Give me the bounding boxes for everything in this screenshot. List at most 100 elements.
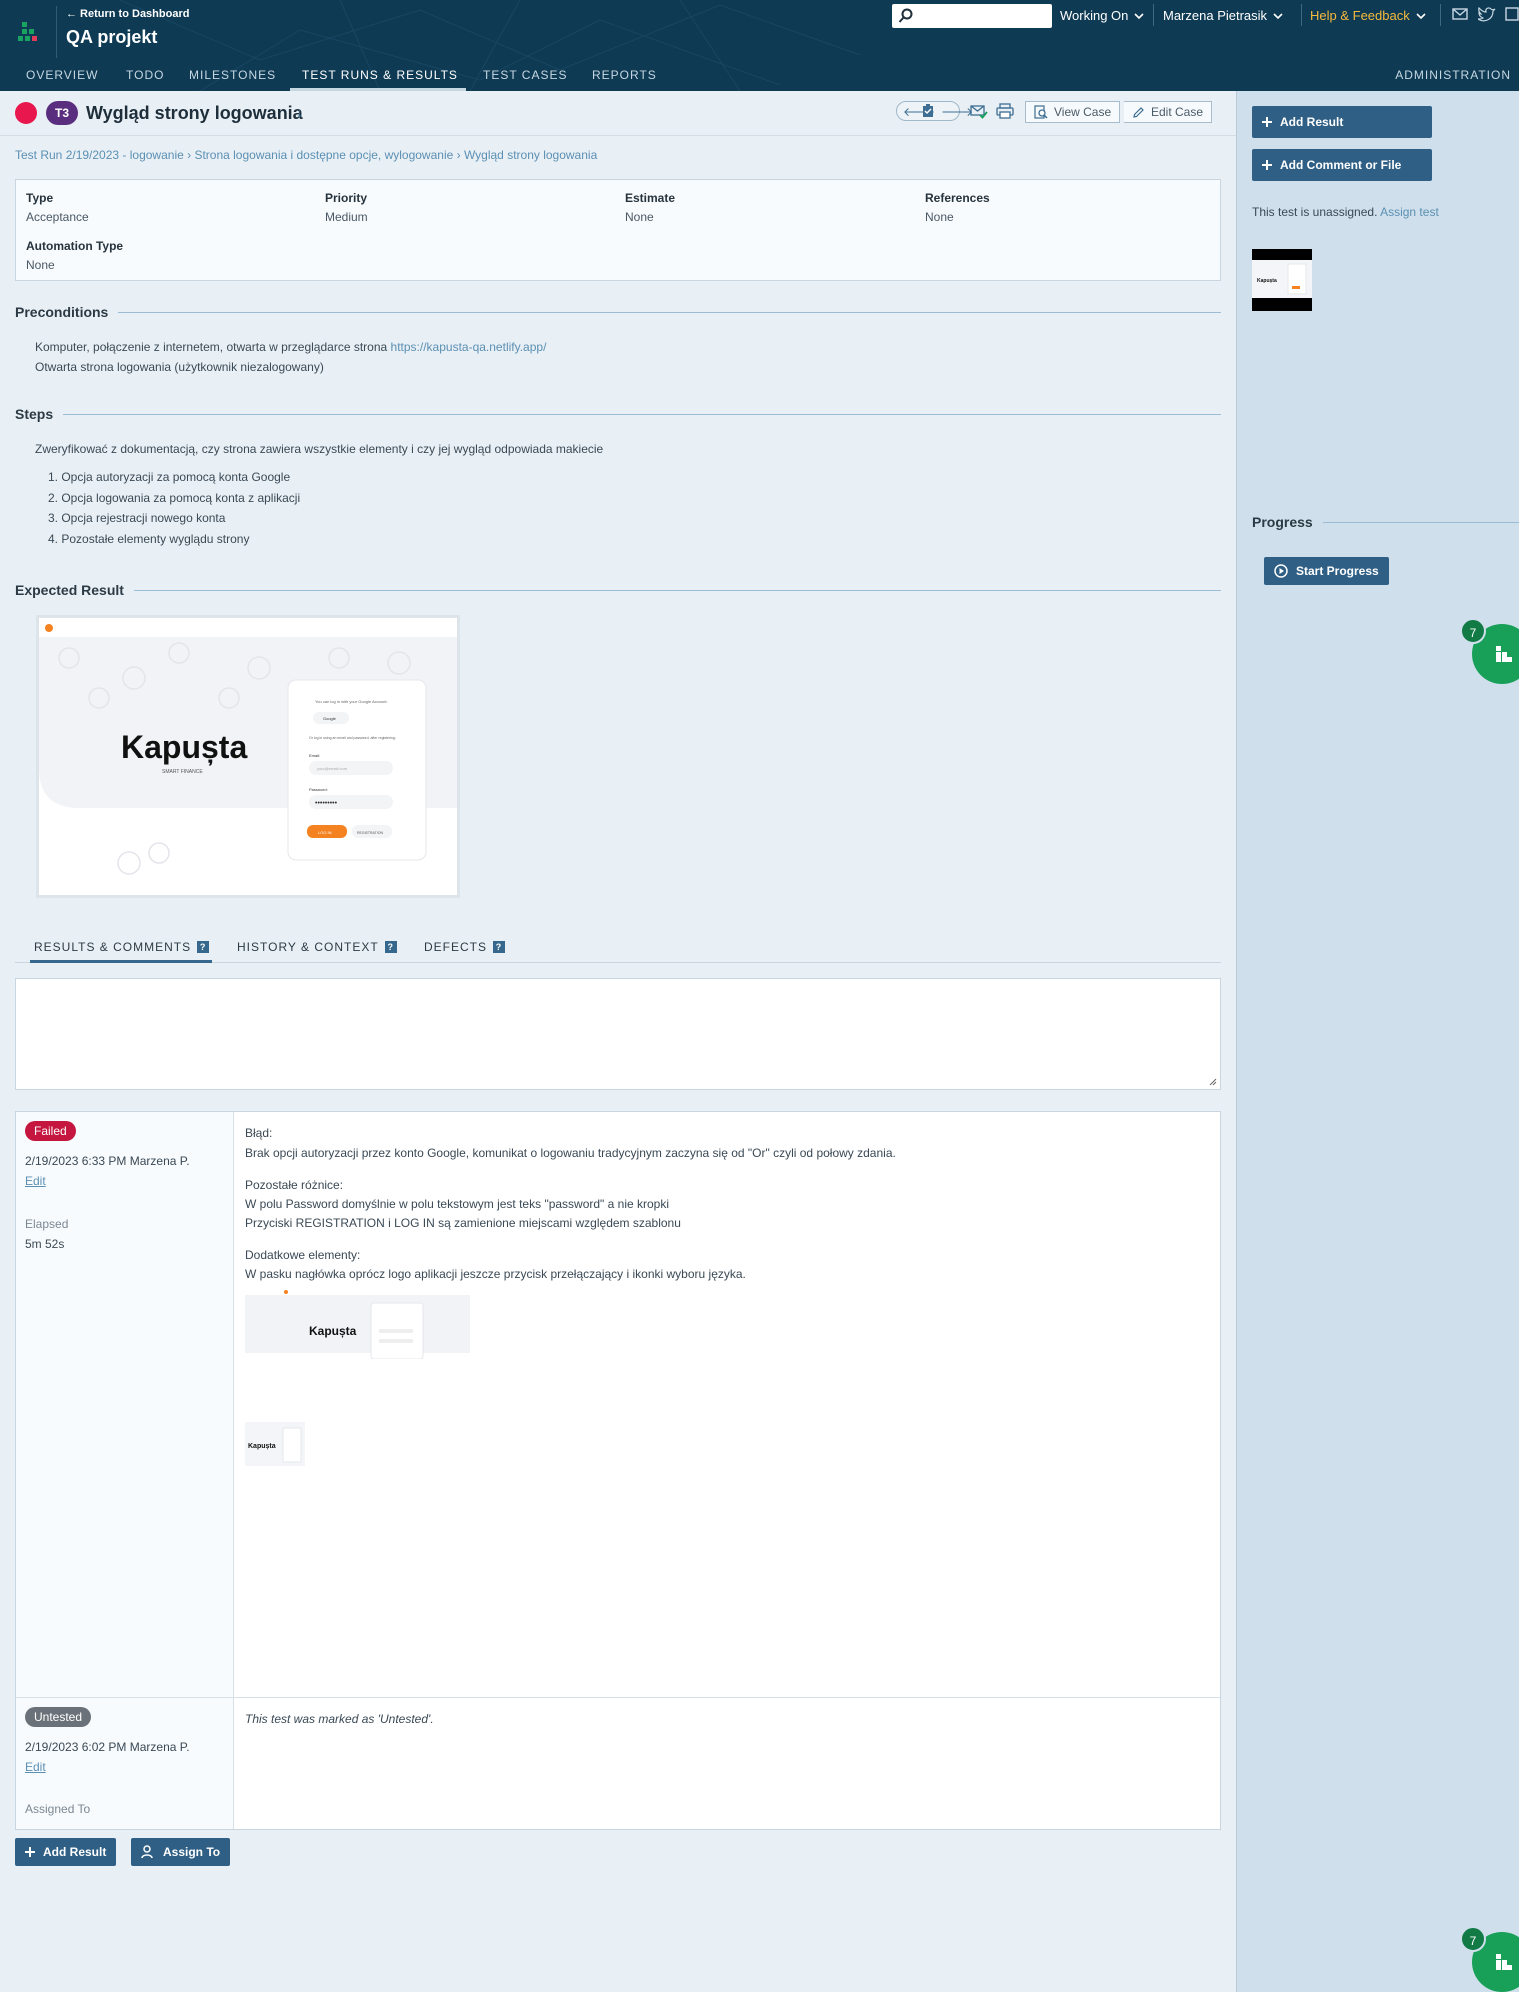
- precondition-line-1: Komputer, połączenie z internetem, otwar…: [35, 340, 546, 354]
- support-widget[interactable]: 7: [1460, 1926, 1519, 1992]
- play-circle-icon: [1274, 564, 1288, 578]
- list-item: 2. Opcja logowania za pomocą konta z apl…: [48, 490, 301, 505]
- help-feedback-label: Help & Feedback: [1310, 8, 1410, 23]
- testrail-logo-icon[interactable]: [18, 22, 44, 46]
- tab-defects[interactable]: DEFECTS?: [424, 940, 506, 954]
- nav-reports[interactable]: REPORTS: [592, 68, 657, 82]
- mockup-login-button: LOG IN: [318, 830, 332, 835]
- nav-overview[interactable]: OVERVIEW: [26, 68, 98, 82]
- result-tabs: RESULTS & COMMENTS? HISTORY & CONTEXT? D…: [15, 937, 1221, 963]
- help-icon[interactable]: ?: [197, 941, 210, 953]
- result-screenshot-thumbnail[interactable]: Kapușta: [245, 1289, 470, 1359]
- mockup-brand-sub: SMART FINANCE: [162, 769, 203, 775]
- attachment-image-drawing: Kapușta: [1252, 260, 1312, 298]
- add-comment-file-button[interactable]: Add Comment or File: [1252, 149, 1432, 181]
- nav-administration[interactable]: ADMINISTRATION: [1395, 68, 1511, 82]
- arrow-down-icon[interactable]: ↓: [296, 105, 303, 120]
- grid-icon: [1496, 1954, 1512, 1970]
- priority-value: Medium: [325, 210, 368, 224]
- print-icon[interactable]: [996, 103, 1014, 119]
- case-navigation: 🡐 🡒: [896, 101, 973, 121]
- active-tab-indicator: [30, 960, 212, 963]
- help-icon[interactable]: ?: [493, 941, 506, 953]
- mail-icon[interactable]: [1452, 7, 1468, 21]
- sidebar-add-result-label: Add Result: [1280, 115, 1344, 129]
- user-name: Marzena Pietrasik: [1163, 8, 1268, 23]
- return-to-dashboard-link[interactable]: ← Return to Dashboard: [66, 8, 189, 20]
- view-case-button[interactable]: View Case: [1025, 101, 1121, 123]
- header-divider: [1153, 4, 1154, 26]
- steps-list: 1. Opcja autoryzacji za pomocą konta Goo…: [48, 470, 300, 552]
- view-case-icon: [1034, 105, 1048, 119]
- result-comment-line: W polu Password domyślnie w polu tekstow…: [245, 1197, 670, 1211]
- start-progress-button[interactable]: Start Progress: [1264, 557, 1389, 585]
- tab-history-context[interactable]: HISTORY & CONTEXT?: [237, 940, 397, 954]
- grid-icon: [1496, 646, 1512, 662]
- nav-todo[interactable]: TODO: [126, 68, 164, 82]
- progress-heading: Progress: [1252, 514, 1519, 530]
- case-status-indicator: [15, 102, 37, 124]
- plus-icon: [25, 1847, 35, 1857]
- assign-test-link[interactable]: Assign test: [1380, 205, 1439, 219]
- extra-menu-icon[interactable]: [1505, 7, 1519, 21]
- mockup-alt-intro: Or log in using an email and password, a…: [309, 736, 396, 740]
- edit-result-link[interactable]: Edit: [25, 1174, 46, 1188]
- mockup-password-label: Password:: [309, 787, 328, 792]
- nav-test-cases[interactable]: TEST CASES: [483, 68, 567, 82]
- mockup-email-label: Email:: [309, 753, 320, 758]
- twitter-icon[interactable]: [1478, 7, 1496, 22]
- list-item: 4. Pozostałe elementy wyglądu strony: [48, 531, 250, 546]
- kapusta-link[interactable]: https://kapusta-qa.netlify.app/: [391, 340, 547, 354]
- mockup-password-value: •••••••••: [315, 800, 338, 807]
- user-assign-icon: [141, 1845, 153, 1859]
- arrow-right-icon[interactable]: 🡒: [941, 104, 973, 119]
- nav-milestones[interactable]: MILESTONES: [189, 68, 276, 82]
- right-sidebar: Add Result Add Comment or File This test…: [1236, 91, 1519, 1992]
- result-screenshot-image: Kapușta: [245, 1422, 305, 1466]
- precondition-line-2: Otwarta strona logowania (użytkownik nie…: [35, 360, 324, 374]
- search-input[interactable]: [892, 4, 1052, 28]
- expected-result-image[interactable]: Kapușta SMART FINANCE You can log in wit…: [36, 615, 460, 898]
- edit-result-link[interactable]: Edit: [25, 1760, 46, 1774]
- precondition-text: Komputer, połączenie z internetem, otwar…: [35, 340, 391, 354]
- mockup-email-placeholder: your@email.com: [317, 766, 348, 771]
- clipboard-icon[interactable]: [922, 104, 934, 118]
- support-widget[interactable]: 7: [1460, 618, 1519, 684]
- email-check-icon[interactable]: [970, 103, 988, 119]
- elapsed-value: 5m 52s: [25, 1237, 65, 1251]
- result-datetime: 2/19/2023 6:02 PM Marzena P.: [25, 1740, 190, 1754]
- references-value: None: [925, 210, 954, 224]
- edit-case-button[interactable]: Edit Case: [1124, 101, 1213, 123]
- assign-to-button[interactable]: Assign To: [131, 1838, 231, 1866]
- automation-type-label: Automation Type: [26, 239, 124, 253]
- estimate-label: Estimate: [625, 191, 676, 205]
- steps-intro: Zweryfikować z dokumentacją, czy strona …: [35, 442, 604, 456]
- result-comment-line: Brak opcji autoryzacji przez konto Googl…: [245, 1146, 896, 1160]
- help-feedback-menu[interactable]: Help & Feedback: [1310, 8, 1426, 23]
- attachment-thumbnail[interactable]: Kapușta: [1252, 249, 1312, 311]
- help-icon[interactable]: ?: [384, 941, 397, 953]
- add-result-button[interactable]: Add Result: [15, 1838, 117, 1866]
- header-divider: [1301, 4, 1302, 26]
- plus-icon: [1262, 117, 1272, 127]
- start-progress-label: Start Progress: [1296, 564, 1379, 578]
- references-label: References: [925, 191, 990, 205]
- resize-grip-icon[interactable]: [1209, 1078, 1217, 1086]
- automation-type-value: None: [26, 258, 55, 272]
- main-navigation: OVERVIEW TODO MILESTONES TEST RUNS & RES…: [0, 66, 1519, 91]
- nav-test-runs-results[interactable]: TEST RUNS & RESULTS: [302, 68, 458, 82]
- working-on-menu[interactable]: Working On: [1060, 8, 1144, 23]
- result-comment-line: This test was marked as 'Untested'.: [245, 1712, 434, 1726]
- tab-results-label: RESULTS & COMMENTS: [34, 940, 192, 954]
- tab-results-comments[interactable]: RESULTS & COMMENTS?: [34, 940, 210, 954]
- breadcrumb[interactable]: Test Run 2/19/2023 - logowanie › Strona …: [15, 148, 597, 162]
- user-menu[interactable]: Marzena Pietrasik: [1163, 8, 1283, 23]
- progress-title: Progress: [1252, 514, 1313, 530]
- results-list: Failed 2/19/2023 6:33 PM Marzena P. Edit…: [15, 1111, 1221, 1830]
- result-screenshot-thumbnail-small[interactable]: Kapușta: [245, 1420, 305, 1466]
- preconditions-heading: Preconditions: [15, 304, 1221, 320]
- estimate-value: None: [625, 210, 654, 224]
- working-on-label: Working On: [1060, 8, 1129, 23]
- comment-textarea[interactable]: [15, 978, 1221, 1090]
- sidebar-add-result-button[interactable]: Add Result: [1252, 106, 1432, 138]
